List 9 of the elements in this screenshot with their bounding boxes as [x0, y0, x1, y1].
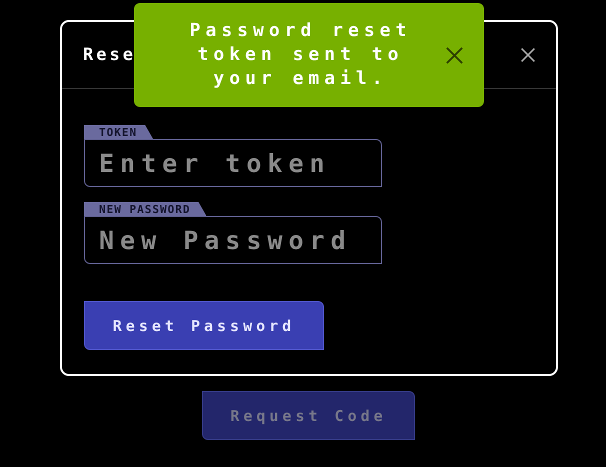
reset-password-button[interactable]: Reset Password	[84, 301, 324, 350]
close-icon[interactable]	[445, 46, 464, 64]
field-label: NEW PASSWORD	[84, 202, 206, 216]
input-field[interactable]: New Password	[84, 216, 382, 264]
input-field[interactable]: Enter token	[84, 139, 382, 187]
toast-message: Password reset token sent to your email.	[188, 19, 412, 91]
field-label: TOKEN	[84, 125, 154, 139]
close-icon[interactable]	[520, 47, 536, 63]
dialog-title: Rese	[83, 45, 136, 65]
